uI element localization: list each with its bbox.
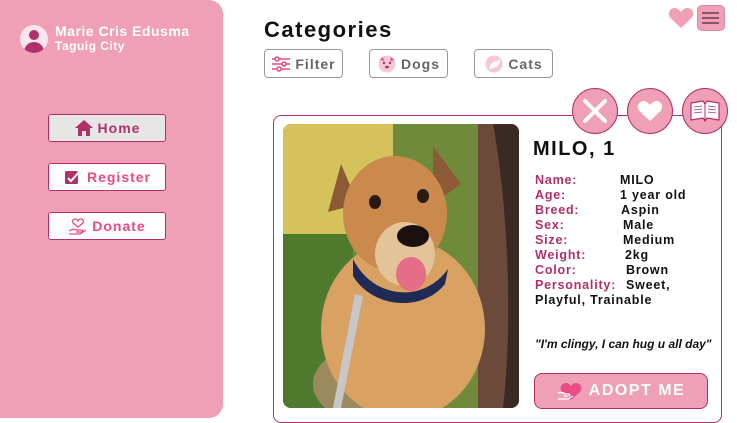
pet-info: Name: MILO Age: 1 year old Breed: Aspin Sex…	[535, 173, 686, 308]
filter-icon	[272, 55, 291, 72]
pet-field-weight: Weight: 2kg	[535, 248, 652, 263]
nav-home-label: Home	[97, 120, 141, 136]
user-profile[interactable]: Marie Cris Edusma Taguig City	[20, 24, 190, 53]
menu-button[interactable]	[697, 5, 725, 31]
pet-title: MILO, 1	[533, 138, 616, 160]
menu-icon	[702, 12, 719, 14]
nav-register-button[interactable]: Register	[48, 163, 166, 191]
pet-field-name: Name: MILO	[535, 173, 655, 188]
close-icon	[583, 99, 607, 123]
field-value: Brown	[626, 263, 669, 277]
user-name: Marie Cris Edusma	[55, 23, 190, 39]
adopt-heart-icon	[557, 383, 582, 400]
field-label: Personality:	[535, 278, 617, 292]
reject-button[interactable]	[572, 88, 618, 134]
page-title: Categories	[264, 17, 393, 42]
user-city: Taguig City	[55, 39, 125, 53]
dog-icon	[378, 55, 396, 72]
field-label: Weight:	[535, 248, 587, 262]
field-label: Size:	[535, 233, 569, 247]
field-label: Breed:	[535, 203, 580, 217]
adopt-label: ADOPT ME	[588, 382, 686, 399]
pet-field-size: Size: Medium	[535, 233, 674, 248]
pet-photo	[283, 124, 519, 408]
details-button[interactable]	[682, 88, 728, 134]
filter-label: Filter	[295, 55, 336, 72]
register-icon	[64, 170, 81, 184]
dogs-category-button[interactable]: Dogs	[369, 49, 448, 78]
field-label: Color:	[535, 263, 577, 277]
pet-field-color: Color: Brown	[535, 263, 668, 278]
field-value: Sweet,	[626, 278, 671, 292]
heart-icon[interactable]	[668, 7, 694, 29]
nav-home-button[interactable]: Home	[48, 114, 166, 142]
home-icon	[74, 120, 93, 136]
book-icon	[690, 100, 720, 123]
dogs-label: Dogs	[401, 55, 440, 72]
pet-field-breed: Breed: Aspin	[535, 203, 659, 218]
cat-icon	[485, 55, 503, 72]
adopt-button[interactable]: ADOPT ME	[534, 373, 708, 409]
field-value: MILO	[620, 173, 655, 187]
cats-label: Cats	[508, 55, 543, 72]
field-value: 2kg	[625, 248, 649, 262]
field-value: Medium	[623, 233, 676, 247]
field-label: Sex:	[535, 218, 565, 232]
heart-icon	[637, 101, 663, 121]
filter-button[interactable]: Filter	[264, 49, 343, 78]
pet-field-age: Age: 1 year old	[535, 188, 686, 203]
field-label: Age:	[535, 188, 566, 202]
cats-category-button[interactable]: Cats	[474, 49, 553, 78]
field-value: Aspin	[621, 203, 660, 217]
user-icon	[20, 24, 48, 53]
pet-quote: "I'm clingy, I can hug u all day"	[535, 337, 712, 351]
nav-donate-button[interactable]: Donate	[48, 212, 166, 240]
field-value: 1 year old	[620, 188, 687, 202]
sidebar: Marie Cris Edusma Taguig City Home Regis…	[0, 0, 223, 418]
personality-continued: Playful, Trainable	[535, 293, 653, 307]
favorite-button[interactable]	[627, 88, 673, 134]
pet-field-personality: Personality: Sweet,	[535, 278, 670, 293]
pet-field-sex: Sex: Male	[535, 218, 654, 233]
nav-register-label: Register	[86, 169, 152, 185]
field-label: Name:	[535, 173, 578, 187]
nav-donate-label: Donate	[92, 218, 146, 234]
field-value: Male	[623, 218, 654, 232]
donate-icon	[68, 218, 87, 235]
